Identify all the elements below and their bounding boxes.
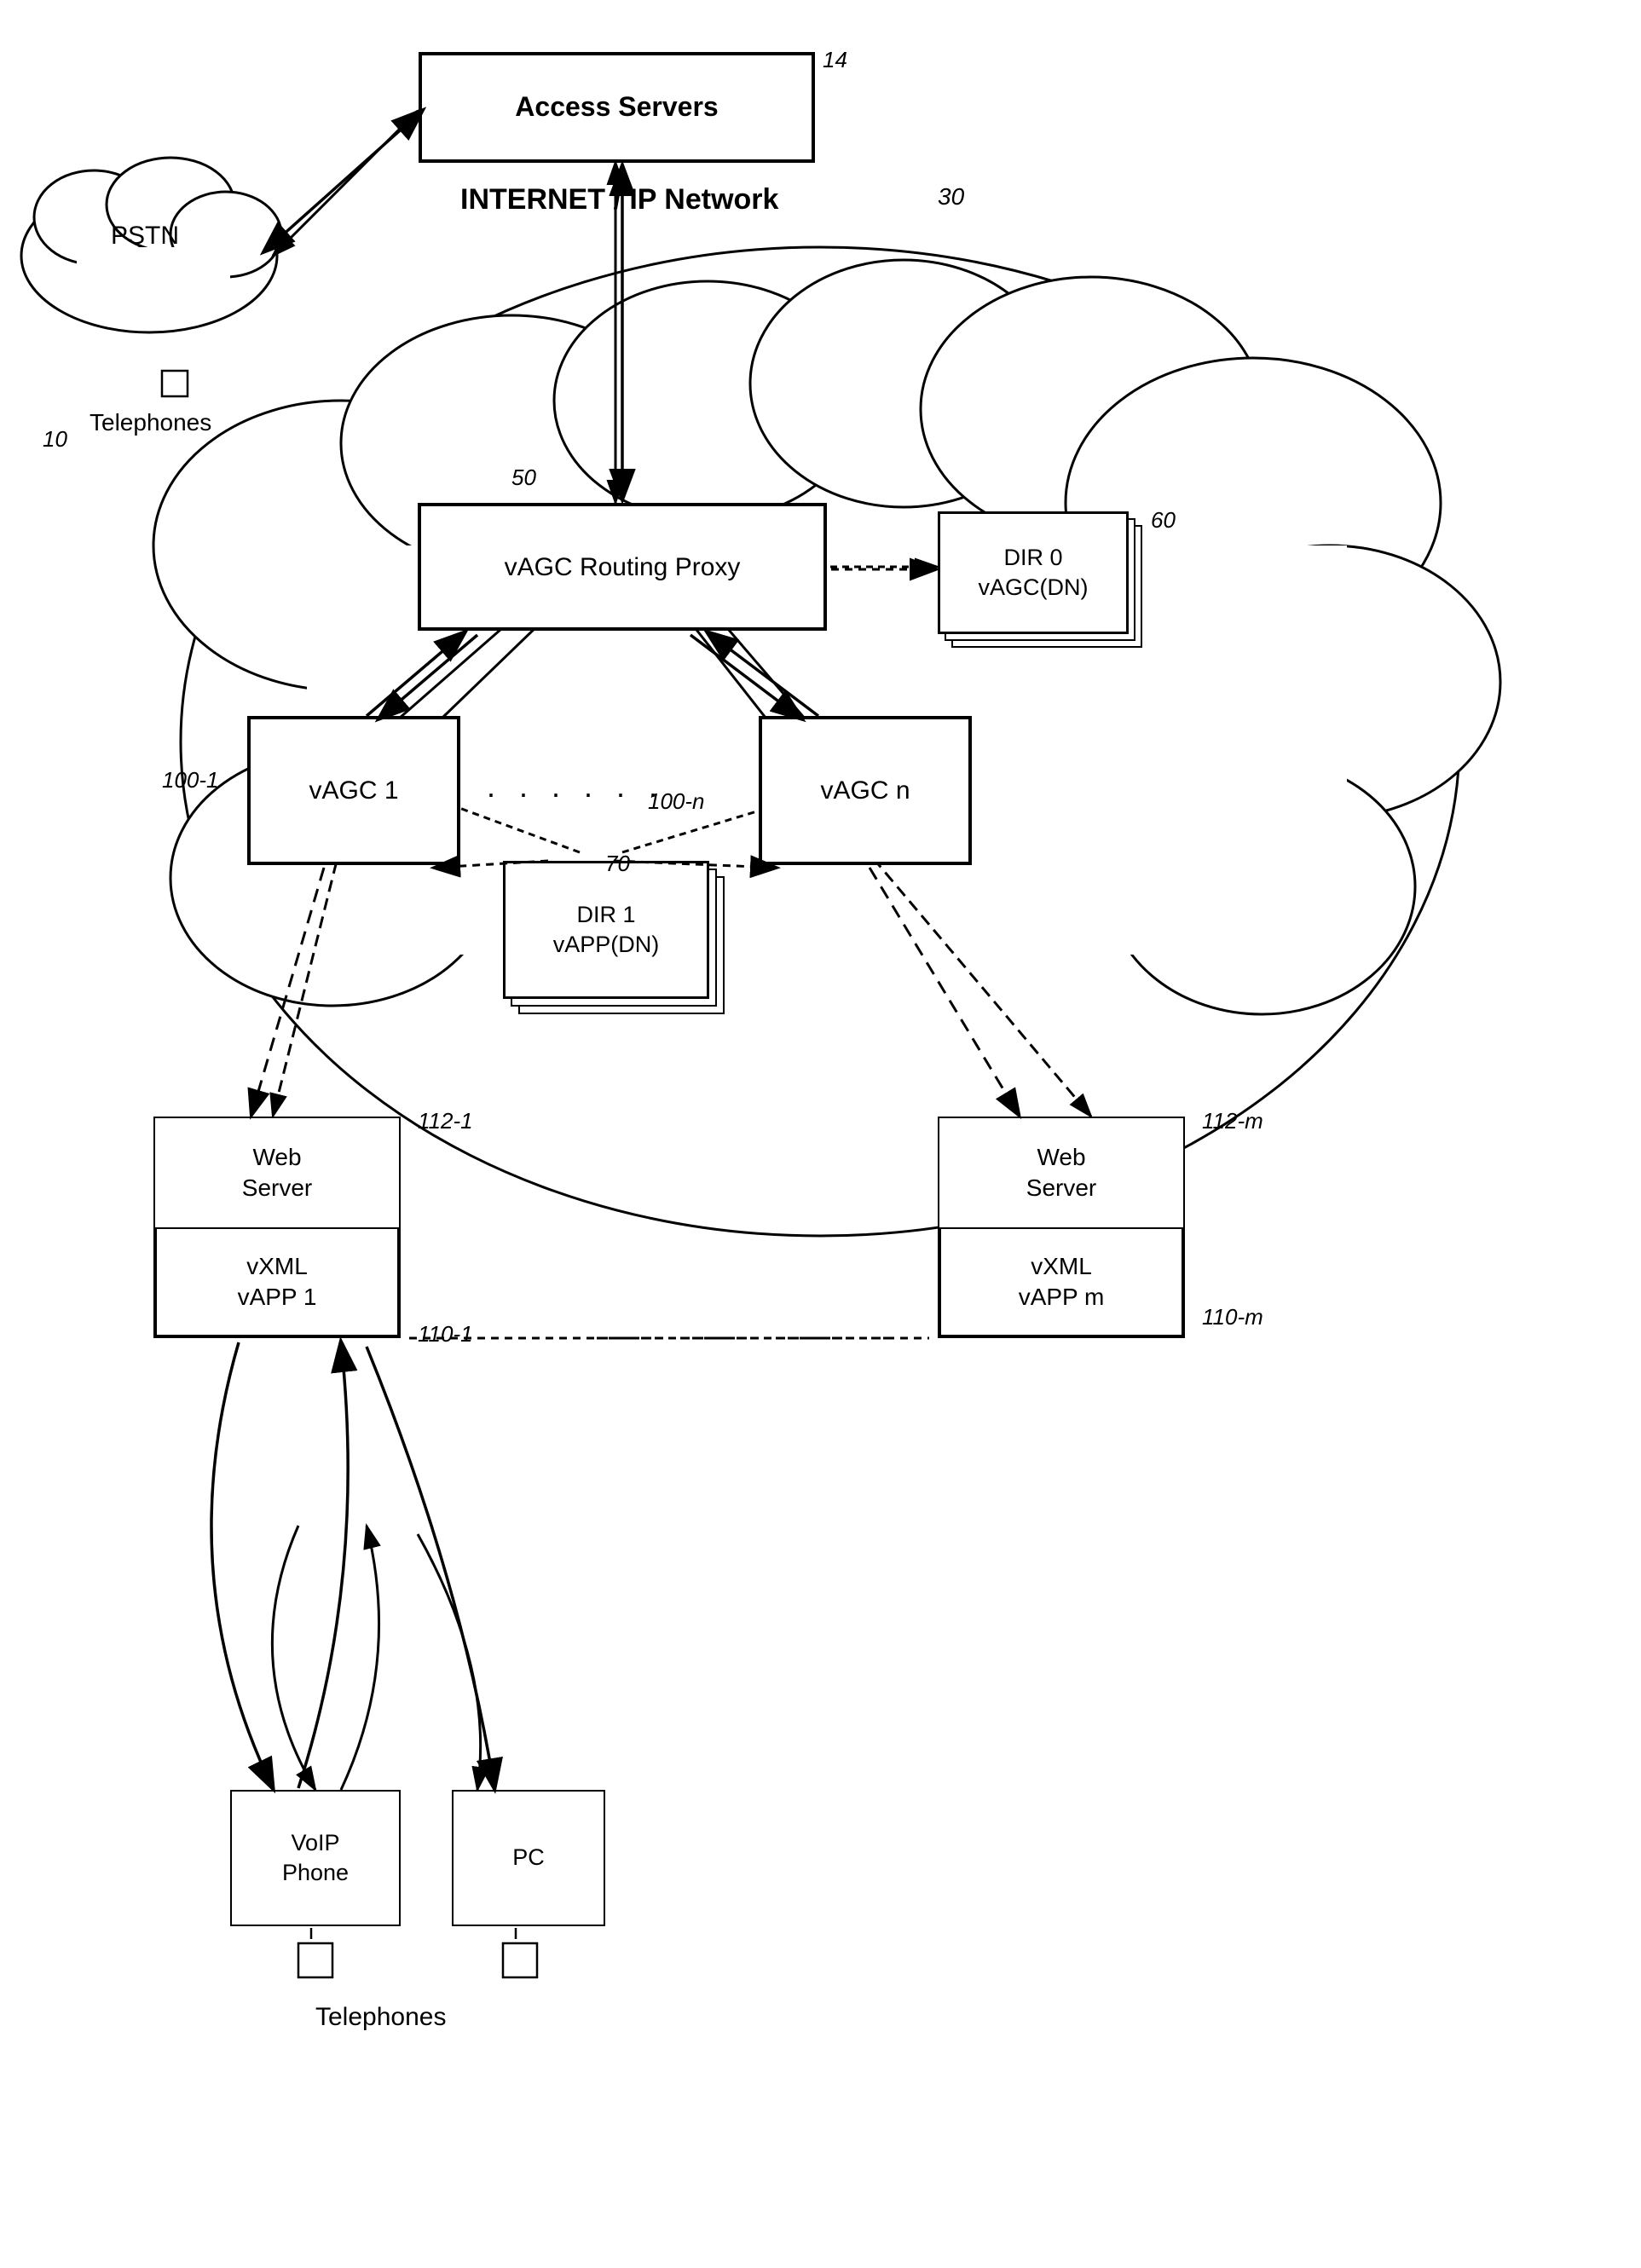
pstn-label: PSTN — [111, 222, 179, 251]
vagcn-box: vAGC n — [759, 716, 972, 865]
vappm-ref: 110-m — [1202, 1304, 1263, 1330]
vapp1-ref: 110-1 — [418, 1321, 473, 1348]
vagc1-ref: 100-1 — [162, 767, 219, 794]
wsm-ref: 112-m — [1202, 1108, 1263, 1134]
internet-ref: 30 — [938, 183, 964, 211]
ws1-ref: 112-1 — [418, 1108, 473, 1134]
pc-symbol — [494, 1935, 546, 1990]
dots-vagc: · · · · · · — [486, 776, 665, 811]
telephone-symbol-top — [149, 358, 200, 413]
diagram-container: PSTN Telephones 10 Access Servers 14 INT… — [0, 0, 1641, 2268]
access-servers-ref: 14 — [823, 47, 847, 73]
pc-box: PC — [452, 1790, 605, 1926]
dir1-stacked: DIR 1vAPP(DN) — [503, 861, 725, 1014]
voip-phone-symbol — [290, 1935, 341, 1990]
dir1-ref: 70 — [605, 851, 630, 877]
internet-label: INTERNET / IP Network — [460, 183, 778, 216]
web-server-m-group: WebServer vXMLvAPP m — [938, 1117, 1185, 1338]
dir0-ref: 60 — [1151, 507, 1176, 534]
vagc-routing-proxy-box: vAGC Routing Proxy — [418, 503, 827, 631]
vagc1-box: vAGC 1 — [247, 716, 460, 865]
voip-phone-box: VoIPPhone — [230, 1790, 401, 1926]
telephones-bottom-label: Telephones — [315, 2003, 446, 2032]
vagc-routing-proxy-ref: 50 — [511, 465, 536, 491]
web-server-1-group: WebServer vXMLvAPP 1 — [153, 1117, 401, 1338]
telephones-top-label: Telephones — [90, 409, 211, 436]
dir0-stacked: DIR 0vAGC(DN) — [938, 511, 1142, 648]
vagcn-ref: 100-n — [648, 788, 705, 815]
access-servers-box: Access Servers — [419, 52, 815, 163]
telephones-top-ref: 10 — [43, 426, 67, 453]
